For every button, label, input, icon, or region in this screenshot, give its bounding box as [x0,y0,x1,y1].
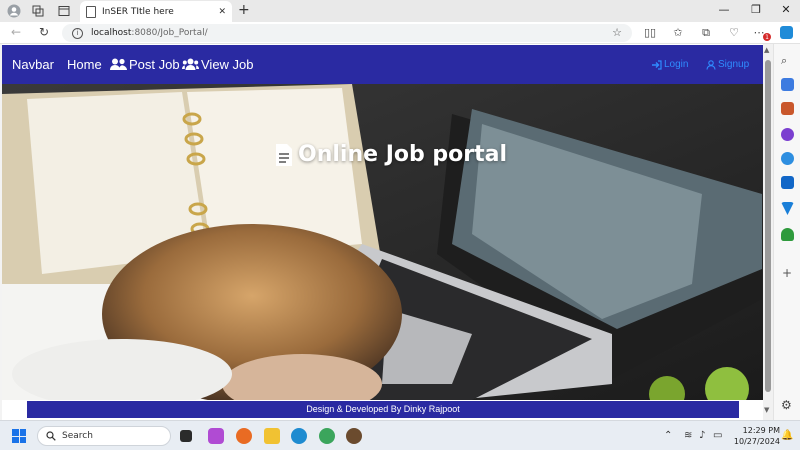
page-footer: Design & Developed By Dinky Rajpoot [27,401,739,418]
search-icon[interactable]: ⌕ [781,54,794,67]
collections-icon[interactable]: ⧉ [699,26,713,40]
notifications-bell-icon[interactable]: 🔔 [781,430,793,441]
site-info-icon[interactable]: i [72,27,83,39]
browser-titlebar: InSER TItle here ✕ + — ❐ ✕ [0,0,800,22]
outlook-icon[interactable] [781,176,794,189]
close-tab-icon[interactable]: ✕ [218,7,226,17]
split-screen-icon[interactable]: ▯▯ [643,26,657,39]
battery-icon[interactable]: ▭ [713,430,722,441]
firefox-icon[interactable] [236,428,252,444]
new-tab-icon[interactable]: + [238,2,250,18]
tab-title: InSER TItle here [102,6,174,17]
file-icon [276,143,292,166]
tab-actions-icon[interactable] [56,3,72,19]
hero-banner: Online Job portal [2,84,763,400]
volume-icon[interactable]: ♪ [699,430,705,441]
clock-time: 12:29 PM [742,426,780,435]
shopping-icon[interactable] [781,78,794,91]
sidebar-settings-icon[interactable]: ⚙ [781,398,792,412]
app-icon[interactable] [346,428,362,444]
scroll-down-icon[interactable]: ▼ [764,406,769,414]
tools-icon[interactable] [781,102,794,115]
add-sidebar-app-icon[interactable]: + [782,266,792,280]
navbar: Navbar Home Post Job View Job Login Sign… [2,45,763,84]
games-icon[interactable] [781,128,794,141]
tree-icon[interactable] [781,228,794,241]
copilot-app-icon[interactable] [208,428,224,444]
refresh-icon[interactable]: ↻ [36,25,52,39]
browser-tab[interactable]: InSER TItle here ✕ [80,1,232,22]
microsoft-365-icon[interactable] [781,152,794,165]
users-icon [110,58,127,70]
page-scrollbar-thumb[interactable] [765,60,771,392]
login-link[interactable]: Login [652,59,688,70]
drop-icon[interactable] [781,202,794,215]
address-toolbar: ← ↻ i localhost:8080/Job_Portal/ ☆ ▯▯ ✩ … [0,22,800,44]
profile-icon[interactable] [6,3,22,19]
signup-link[interactable]: Signup [706,59,749,70]
minimize-icon[interactable]: — [716,3,732,16]
windows-start-icon[interactable] [12,429,26,443]
url-text: localhost:8080/Job_Portal/ [91,28,208,38]
sign-in-icon [652,59,662,70]
search-icon [46,431,56,441]
hero-background-image [2,84,763,400]
restore-icon[interactable]: ❐ [748,3,764,16]
notification-badge: 1 [763,33,771,41]
hero-title: Online Job portal [274,142,507,167]
edge-icon[interactable] [291,428,307,444]
browser-essentials-icon[interactable]: ♡ [727,26,741,39]
favorites-icon[interactable]: ✩ [671,26,685,39]
windows-taskbar: Search ⌃ ≋ ♪ ▭ 12:29 PM 10/27/2024 🔔 [0,420,800,450]
chrome-icon[interactable] [319,428,335,444]
favorite-star-icon[interactable]: ☆ [612,26,622,39]
scroll-up-icon[interactable]: ▲ [764,46,769,54]
copilot-icon[interactable] [780,26,793,39]
file-explorer-icon[interactable] [264,428,280,444]
clock-date: 10/27/2024 [733,437,780,446]
nav-link-post-job[interactable]: Post Job [110,57,180,72]
nav-link-home[interactable]: Home [67,57,102,72]
wifi-icon[interactable]: ≋ [684,430,692,441]
user-group-icon [182,58,199,70]
page-viewport: Navbar Home Post Job View Job Login Sign… [2,44,763,420]
user-icon [706,59,716,70]
taskbar-search[interactable]: Search [37,426,171,446]
show-hidden-icons-icon[interactable]: ⌃ [664,430,672,441]
navbar-brand[interactable]: Navbar [12,57,54,72]
nav-link-view-job[interactable]: View Job [182,57,254,72]
taskbar-clock[interactable]: 12:29 PM 10/27/2024 [730,425,780,447]
page-favicon-icon [86,5,96,18]
address-bar[interactable]: i localhost:8080/Job_Portal/ ☆ [62,24,632,42]
task-view-icon[interactable] [180,430,192,442]
close-window-icon[interactable]: ✕ [778,3,794,16]
workspaces-icon[interactable] [30,3,46,19]
edge-sidebar: ⌕ + ⚙ [773,44,800,420]
back-icon[interactable]: ← [8,25,24,39]
